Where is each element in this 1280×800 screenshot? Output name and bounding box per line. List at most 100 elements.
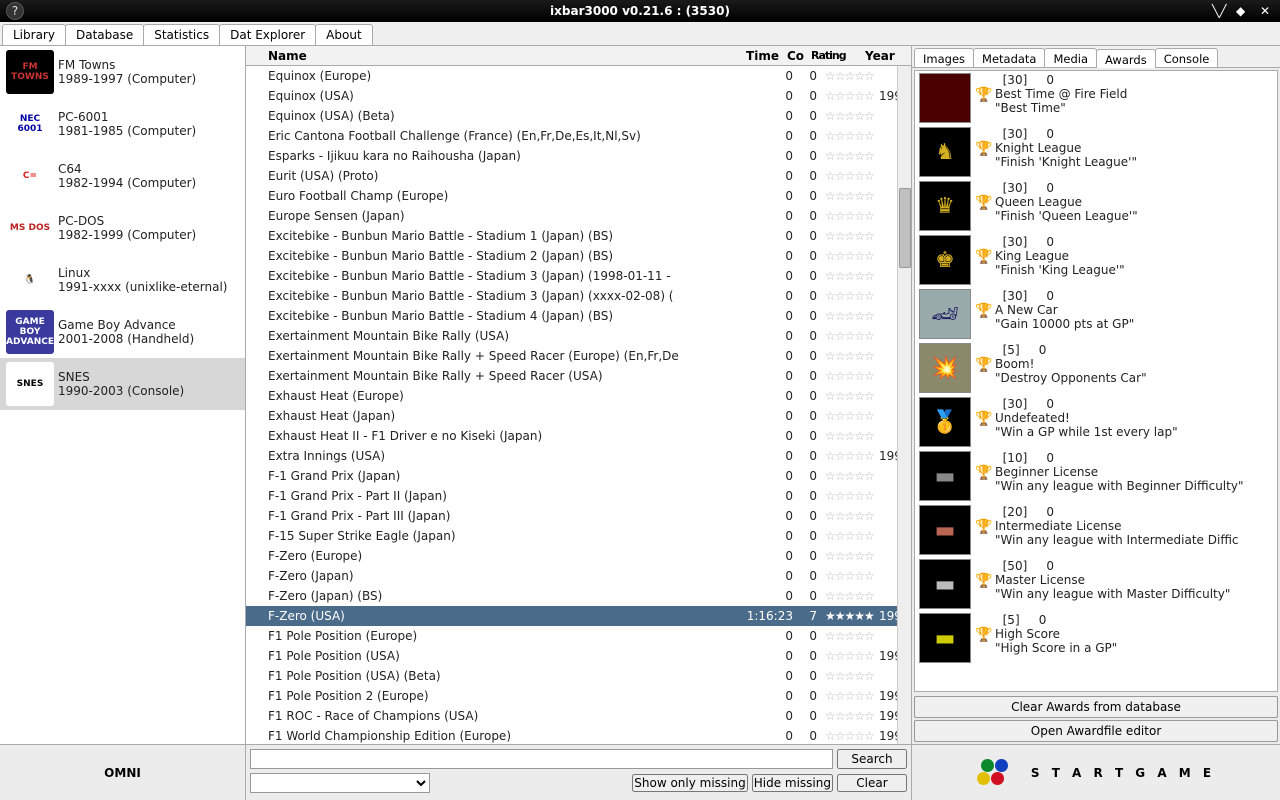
hide-missing-button[interactable]: Hide missing bbox=[752, 774, 833, 792]
game-row[interactable]: Exhaust Heat II - F1 Driver e no Kiseki … bbox=[246, 426, 911, 446]
game-row[interactable]: Esparks - Ijikuu kara no Raihousha (Japa… bbox=[246, 146, 911, 166]
game-row[interactable]: F1 Pole Position (Europe)00☆☆☆☆☆ bbox=[246, 626, 911, 646]
start-game-button[interactable]: S T A R T G A M E bbox=[912, 745, 1280, 800]
scrollbar[interactable] bbox=[897, 66, 911, 744]
minimize-icon[interactable]: ╲╱ bbox=[1212, 4, 1226, 18]
app-icon: ? bbox=[6, 2, 24, 20]
award-item[interactable]: ▬🏆 [10] 0Beginner License"Win any league… bbox=[915, 449, 1277, 503]
award-item[interactable]: ▬🏆 [5] 0High Score"High Score in a GP" bbox=[915, 611, 1277, 665]
game-row[interactable]: Extra Innings (USA)00☆☆☆☆☆1992 bbox=[246, 446, 911, 466]
game-row[interactable]: Equinox (USA) (Beta)00☆☆☆☆☆ bbox=[246, 106, 911, 126]
award-item[interactable]: 🏎🏆 [30] 0A New Car"Gain 10000 pts at GP" bbox=[915, 287, 1277, 341]
game-row[interactable]: Euro Football Champ (Europe)00☆☆☆☆☆ bbox=[246, 186, 911, 206]
system-game-boy-advance[interactable]: GAME BOY ADVANCEGame Boy Advance2001-200… bbox=[0, 306, 245, 358]
menu-statistics[interactable]: Statistics bbox=[143, 24, 220, 45]
system-name: FM Towns bbox=[58, 58, 196, 72]
system-name: C64 bbox=[58, 162, 196, 176]
search-button[interactable]: Search bbox=[837, 749, 907, 769]
clear-button[interactable]: Clear bbox=[837, 774, 907, 792]
game-row[interactable]: Exertainment Mountain Bike Rally + Speed… bbox=[246, 366, 911, 386]
game-row[interactable]: Exhaust Heat (Japan)00☆☆☆☆☆ bbox=[246, 406, 911, 426]
game-row[interactable]: F-1 Grand Prix - Part II (Japan)00☆☆☆☆☆ bbox=[246, 486, 911, 506]
col-time[interactable]: Time bbox=[727, 48, 783, 64]
system-name: Linux bbox=[58, 266, 228, 280]
game-row[interactable]: F1 Pole Position 2 (Europe)00☆☆☆☆☆1993 bbox=[246, 686, 911, 706]
game-row[interactable]: F1 Pole Position (USA) (Beta)00☆☆☆☆☆ bbox=[246, 666, 911, 686]
menu-library[interactable]: Library bbox=[2, 24, 66, 45]
award-item[interactable]: ♚🏆 [30] 0King League"Finish 'King League… bbox=[915, 233, 1277, 287]
game-list-panel: Name Time Co Rating Year Equinox (Europe… bbox=[246, 46, 912, 744]
tab-media[interactable]: Media bbox=[1044, 48, 1097, 67]
system-meta: 1981-1985 (Computer) bbox=[58, 124, 196, 138]
game-row[interactable]: Exertainment Mountain Bike Rally (USA)00… bbox=[246, 326, 911, 346]
game-row[interactable]: Excitebike - Bunbun Mario Battle - Stadi… bbox=[246, 286, 911, 306]
award-item[interactable]: ▬🏆 [20] 0Intermediate License"Win any le… bbox=[915, 503, 1277, 557]
maximize-icon[interactable]: ◆ bbox=[1236, 4, 1250, 18]
menu-database[interactable]: Database bbox=[65, 24, 144, 45]
game-row[interactable]: F1 World Championship Edition (Europe)00… bbox=[246, 726, 911, 744]
system-snes[interactable]: SNESSNES1990-2003 (Console) bbox=[0, 358, 245, 410]
system-icon: 🐧 bbox=[6, 258, 54, 302]
award-text: [30] 0Queen League"Finish 'Queen League'… bbox=[995, 181, 1138, 231]
game-row[interactable]: F-Zero (Europe)00☆☆☆☆☆ bbox=[246, 546, 911, 566]
award-text: [30] 0Undefeated!"Win a GP while 1st eve… bbox=[995, 397, 1178, 447]
col-rating[interactable]: Rating bbox=[807, 48, 861, 63]
game-row[interactable]: Eric Cantona Football Challenge (France)… bbox=[246, 126, 911, 146]
system-c64[interactable]: C=C641982-1994 (Computer) bbox=[0, 150, 245, 202]
game-list-body[interactable]: Equinox (Europe)00☆☆☆☆☆Equinox (USA)00☆☆… bbox=[246, 66, 911, 744]
award-text: [30] 0King League"Finish 'King League'" bbox=[995, 235, 1125, 285]
game-row[interactable]: F1 Pole Position (USA)00☆☆☆☆☆1993 bbox=[246, 646, 911, 666]
game-row[interactable]: F-Zero (Japan)00☆☆☆☆☆ bbox=[246, 566, 911, 586]
game-row[interactable]: Exhaust Heat (Europe)00☆☆☆☆☆ bbox=[246, 386, 911, 406]
award-item[interactable]: 🥇🏆 [30] 0Undefeated!"Win a GP while 1st … bbox=[915, 395, 1277, 449]
game-row[interactable]: Eurit (USA) (Proto)00☆☆☆☆☆ bbox=[246, 166, 911, 186]
menu-about[interactable]: About bbox=[315, 24, 372, 45]
game-row[interactable]: Excitebike - Bunbun Mario Battle - Stadi… bbox=[246, 226, 911, 246]
system-pc-6001[interactable]: NEC 6001PC-60011981-1985 (Computer) bbox=[0, 98, 245, 150]
game-row[interactable]: F-15 Super Strike Eagle (Japan)00☆☆☆☆☆ bbox=[246, 526, 911, 546]
award-item[interactable]: 🏆 [30] 0Best Time @ Fire Field"Best Time… bbox=[915, 71, 1277, 125]
award-item[interactable]: 💥🏆 [5] 0Boom!"Destroy Opponents Car" bbox=[915, 341, 1277, 395]
award-item[interactable]: ▬🏆 [50] 0Master License"Win any league w… bbox=[915, 557, 1277, 611]
filter-select[interactable] bbox=[250, 773, 430, 793]
award-item[interactable]: ♛🏆 [30] 0Queen League"Finish 'Queen Leag… bbox=[915, 179, 1277, 233]
game-row[interactable]: Equinox (USA)00☆☆☆☆☆1993 bbox=[246, 86, 911, 106]
col-name[interactable]: Name bbox=[246, 48, 727, 64]
close-icon[interactable]: ✕ bbox=[1260, 4, 1274, 18]
titlebar: ? ixbar3000 v0.21.6 : (3530) ╲╱ ◆ ✕ bbox=[0, 0, 1280, 22]
open-awardfile-button[interactable]: Open Awardfile editor bbox=[914, 720, 1278, 742]
menu-dat-explorer[interactable]: Dat Explorer bbox=[219, 24, 316, 45]
award-icon: 🥇 bbox=[919, 397, 971, 447]
system-meta: 1989-1997 (Computer) bbox=[58, 72, 196, 86]
tab-metadata[interactable]: Metadata bbox=[973, 48, 1045, 67]
game-row[interactable]: Equinox (Europe)00☆☆☆☆☆ bbox=[246, 66, 911, 86]
system-linux[interactable]: 🐧 Linux1991-xxxx (unixlike-eternal) bbox=[0, 254, 245, 306]
award-item[interactable]: ♞🏆 [30] 0Knight League"Finish 'Knight Le… bbox=[915, 125, 1277, 179]
tab-console[interactable]: Console bbox=[1155, 48, 1219, 67]
game-row[interactable]: Excitebike - Bunbun Mario Battle - Stadi… bbox=[246, 246, 911, 266]
award-icon: ♛ bbox=[919, 181, 971, 231]
trophy-icon: 🏆 bbox=[975, 559, 991, 609]
system-icon: SNES bbox=[6, 362, 54, 406]
game-row[interactable]: F-Zero (Japan) (BS)00☆☆☆☆☆ bbox=[246, 586, 911, 606]
show-only-missing-button[interactable]: Show only missing bbox=[632, 774, 747, 792]
game-row[interactable]: Excitebike - Bunbun Mario Battle - Stadi… bbox=[246, 306, 911, 326]
system-meta: 1991-xxxx (unixlike-eternal) bbox=[58, 280, 228, 294]
col-year[interactable]: Year bbox=[861, 48, 897, 64]
system-pc-dos[interactable]: MS DOSPC-DOS1982-1999 (Computer) bbox=[0, 202, 245, 254]
game-row[interactable]: F-Zero (USA)1:16:237★★★★★1991 bbox=[246, 606, 911, 626]
game-row[interactable]: F-1 Grand Prix - Part III (Japan)00☆☆☆☆☆ bbox=[246, 506, 911, 526]
game-row[interactable]: Europe Sensen (Japan)00☆☆☆☆☆ bbox=[246, 206, 911, 226]
col-co[interactable]: Co bbox=[783, 48, 807, 64]
game-row[interactable]: Excitebike - Bunbun Mario Battle - Stadi… bbox=[246, 266, 911, 286]
awards-list[interactable]: 🏆 [30] 0Best Time @ Fire Field"Best Time… bbox=[914, 70, 1278, 692]
game-row[interactable]: F1 ROC - Race of Champions (USA)00☆☆☆☆☆1… bbox=[246, 706, 911, 726]
omni-label[interactable]: OMNI bbox=[0, 745, 246, 800]
system-fm-towns[interactable]: FM TOWNSFM Towns1989-1997 (Computer) bbox=[0, 46, 245, 98]
clear-awards-button[interactable]: Clear Awards from database bbox=[914, 696, 1278, 718]
search-input[interactable] bbox=[250, 749, 833, 769]
game-row[interactable]: Exertainment Mountain Bike Rally + Speed… bbox=[246, 346, 911, 366]
tab-images[interactable]: Images bbox=[914, 48, 974, 67]
game-row[interactable]: F-1 Grand Prix (Japan)00☆☆☆☆☆ bbox=[246, 466, 911, 486]
tab-awards[interactable]: Awards bbox=[1096, 49, 1156, 68]
